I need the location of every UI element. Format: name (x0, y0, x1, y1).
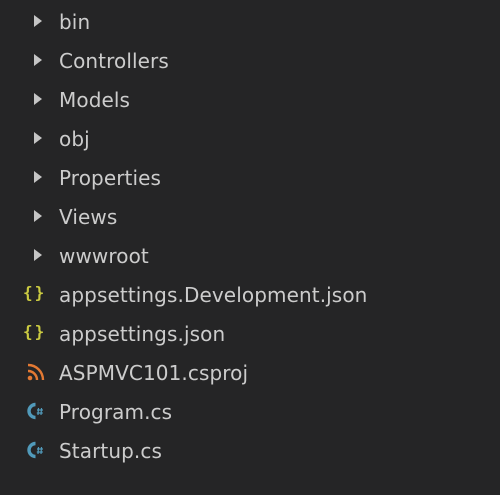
chevron-right-icon[interactable] (34, 249, 42, 261)
tree-item-appsettings-development-json[interactable]: {} appsettings.Development.json (0, 275, 500, 314)
tree-item-label: Program.cs (59, 399, 173, 424)
tree-item-models[interactable]: Models (0, 80, 500, 119)
json-icon: {} (23, 283, 47, 302)
tree-item-label: Controllers (59, 48, 169, 73)
tree-item-label: Properties (59, 165, 162, 190)
chevron-right-icon[interactable] (34, 132, 42, 144)
tree-item-label: appsettings.json (59, 321, 226, 346)
file-explorer: bin Controllers Models obj Properties Vi… (0, 0, 500, 495)
tree-item-label: obj (59, 126, 90, 151)
file-tree: bin Controllers Models obj Properties Vi… (0, 2, 500, 470)
tree-item-label: Startup.cs (59, 438, 163, 463)
chevron-right-icon[interactable] (34, 54, 42, 66)
tree-item-bin[interactable]: bin (0, 2, 500, 41)
chevron-right-icon[interactable] (34, 93, 42, 105)
tree-item-label: Models (59, 87, 131, 112)
tree-item-wwwroot[interactable]: wwwroot (0, 236, 500, 275)
tree-item-label: ASPMVC101.csproj (59, 360, 249, 385)
tree-item-appsettings-json[interactable]: {} appsettings.json (0, 314, 500, 353)
chevron-right-icon[interactable] (34, 15, 42, 27)
tree-item-obj[interactable]: obj (0, 119, 500, 158)
chevron-right-icon[interactable] (34, 210, 42, 222)
rss-icon (27, 363, 45, 381)
tree-item-label: appsettings.Development.json (59, 282, 368, 307)
csharp-icon (27, 402, 43, 420)
tree-item-views[interactable]: Views (0, 197, 500, 236)
csharp-icon (27, 441, 43, 459)
tree-item-label: wwwroot (59, 243, 149, 268)
tree-item-aspmvc101-csproj[interactable]: ASPMVC101.csproj (0, 353, 500, 392)
chevron-right-icon[interactable] (34, 171, 42, 183)
tree-item-controllers[interactable]: Controllers (0, 41, 500, 80)
tree-item-label: bin (59, 9, 91, 34)
json-icon: {} (23, 322, 47, 341)
tree-item-label: Views (59, 204, 118, 229)
tree-item-program-cs[interactable]: Program.cs (0, 392, 500, 431)
tree-item-properties[interactable]: Properties (0, 158, 500, 197)
tree-item-startup-cs[interactable]: Startup.cs (0, 431, 500, 470)
